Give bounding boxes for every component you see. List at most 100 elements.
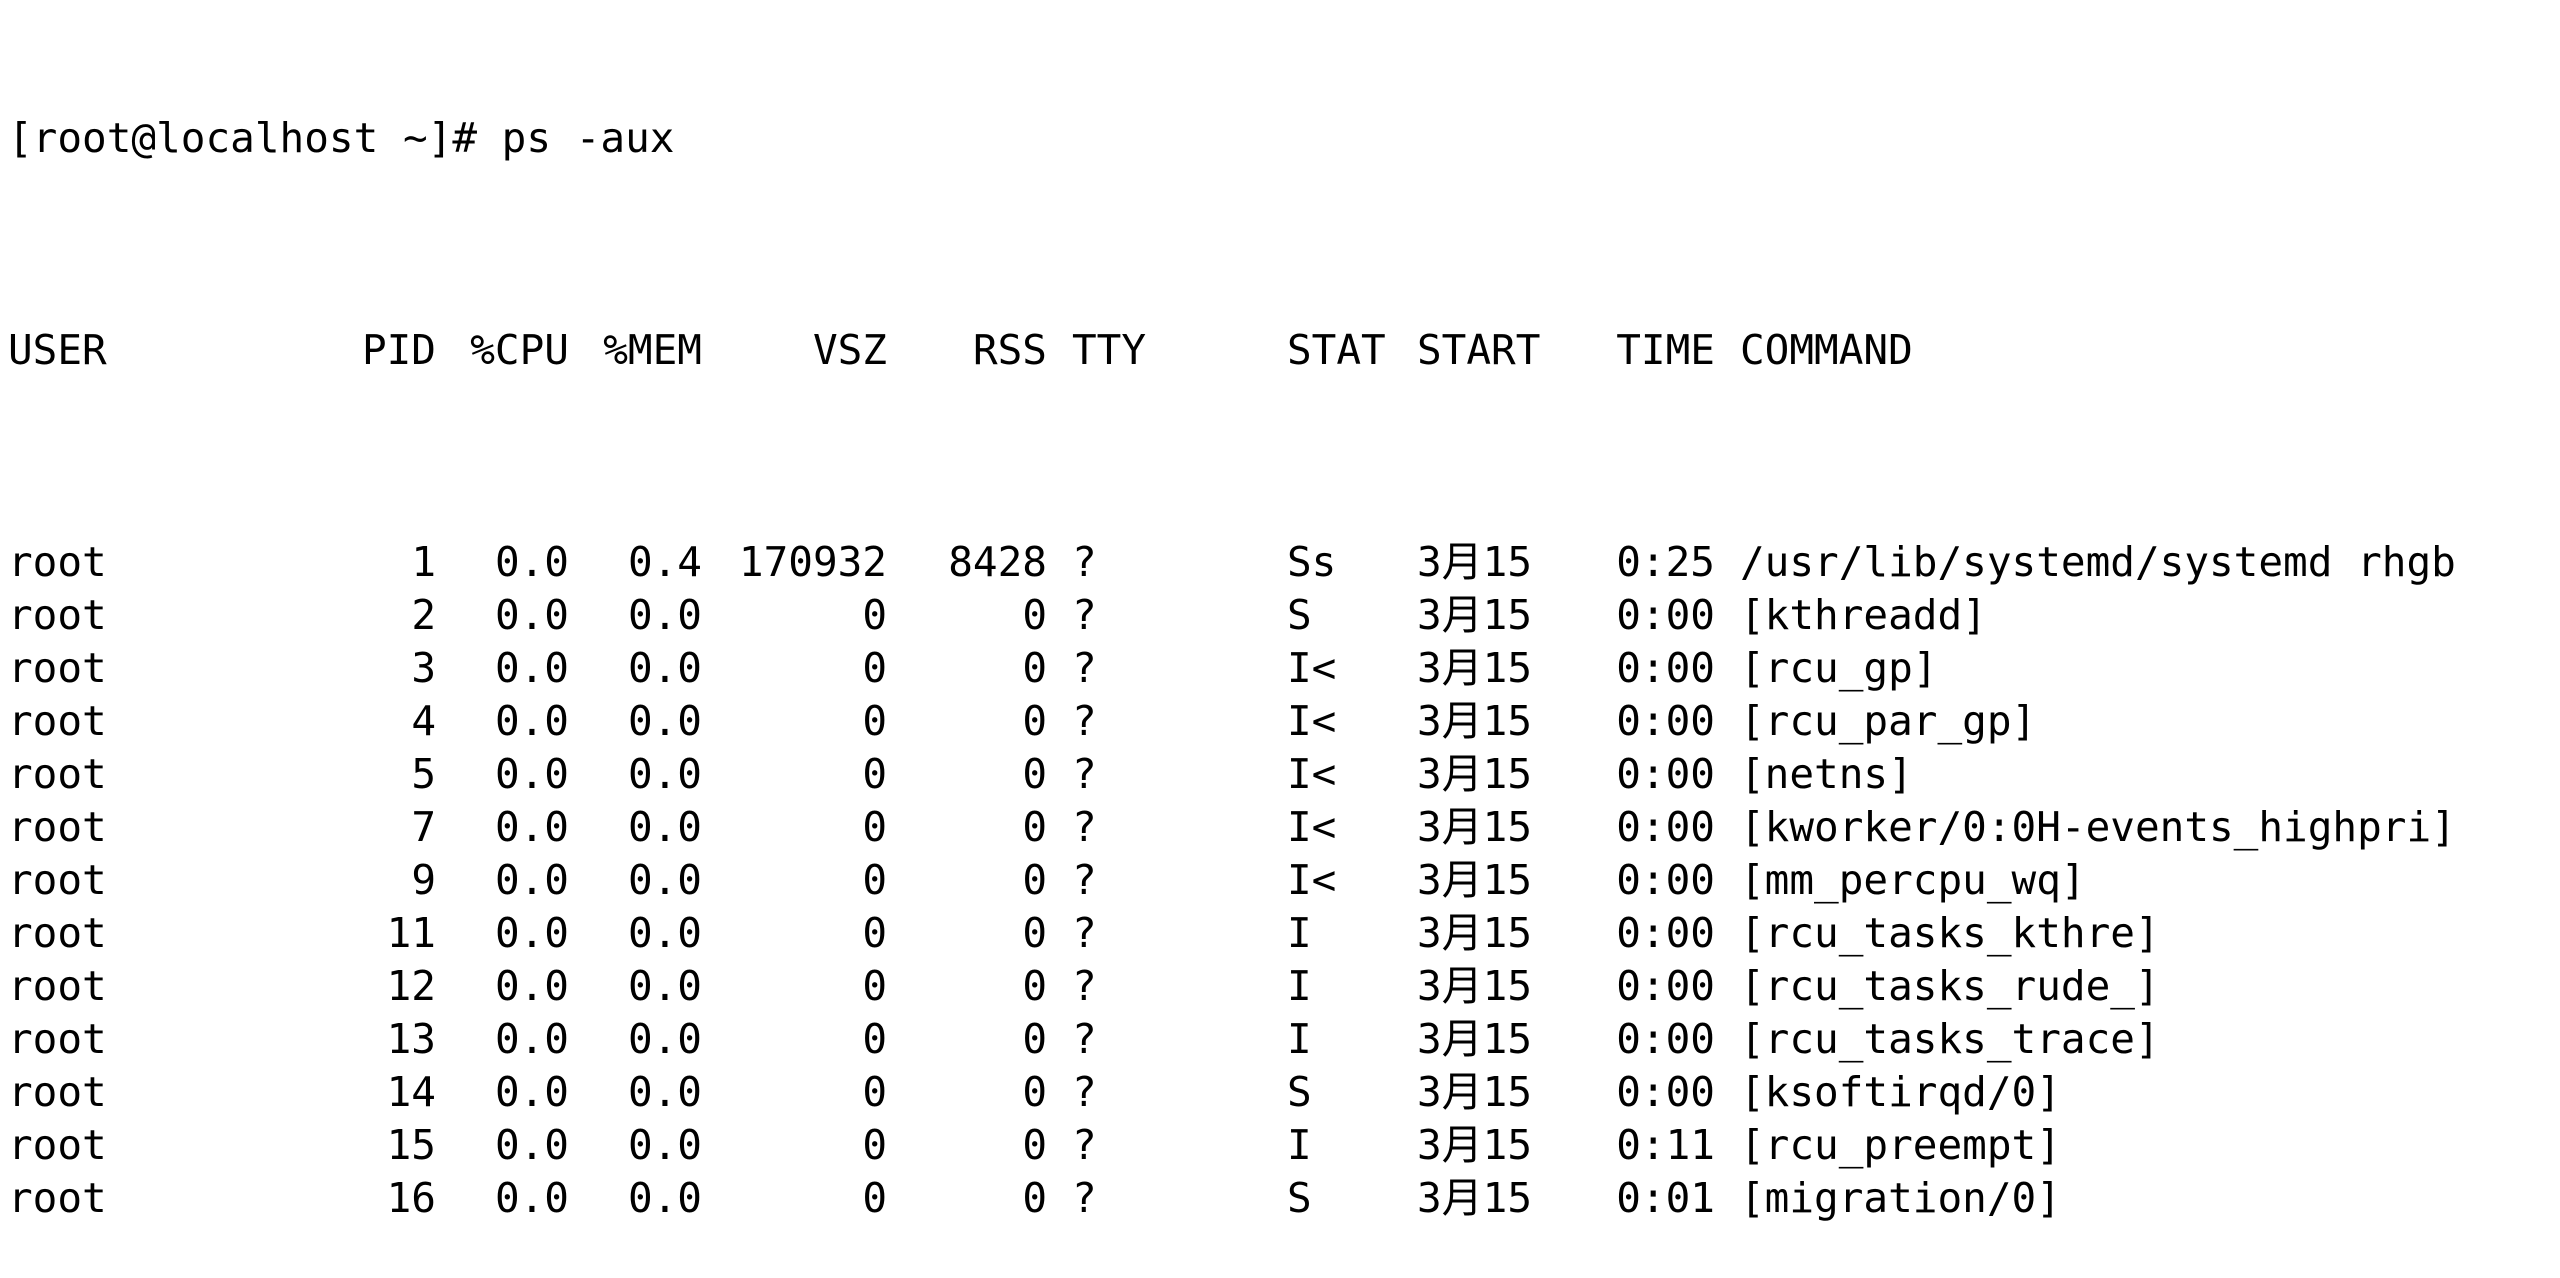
cell-pid: 5 bbox=[411, 750, 436, 798]
header-cpu: %CPU bbox=[470, 326, 569, 374]
cell-mem: 0.0 bbox=[627, 856, 702, 904]
cell-mem: 0.0 bbox=[627, 1121, 702, 1169]
cell-rss: 0 bbox=[1022, 803, 1047, 851]
cell-start: 3月15 bbox=[1417, 591, 1533, 639]
cell-pid: 9 bbox=[411, 856, 436, 904]
cell-rss: 0 bbox=[1022, 1068, 1047, 1116]
cell-command: [rcu_tasks_rude_] bbox=[1740, 962, 2160, 1010]
header-pid: PID bbox=[361, 326, 436, 374]
cell-tty: ? bbox=[1072, 1015, 1097, 1063]
cell-rss: 0 bbox=[1022, 644, 1047, 692]
cell-tty: ? bbox=[1072, 909, 1097, 957]
cell-vsz: 0 bbox=[862, 1174, 887, 1222]
process-row: root 13 0.0 0.0 0 0? I 3月15 0:00 [rcu_tasks_trace… bbox=[8, 1013, 2560, 1066]
cell-vsz: 0 bbox=[862, 962, 887, 1010]
cell-command: [migration/0] bbox=[1740, 1174, 2061, 1222]
cell-pid: 13 bbox=[386, 1015, 436, 1063]
cell-command: [kworker/0:0H-events_highpri] bbox=[1740, 803, 2456, 851]
cell-cpu: 0.0 bbox=[494, 962, 569, 1010]
cell-start: 3月15 bbox=[1417, 1068, 1533, 1116]
cell-mem: 0.0 bbox=[627, 697, 702, 745]
cell-time: 0:00 bbox=[1616, 591, 1715, 639]
cell-start: 3月15 bbox=[1417, 1015, 1533, 1063]
header-mem: %MEM bbox=[603, 326, 702, 374]
cell-mem: 0.0 bbox=[627, 591, 702, 639]
process-row: root 16 0.0 0.0 0 0? S 3月15 0:01 [migration/0] bbox=[8, 1172, 2560, 1225]
process-row: root 11 0.0 0.0 0 0? I 3月15 0:00 [rcu_tasks_kthre… bbox=[8, 907, 2560, 960]
cell-rss: 0 bbox=[1022, 856, 1047, 904]
cell-tty: ? bbox=[1072, 803, 1097, 851]
cell-time: 0:00 bbox=[1616, 750, 1715, 798]
cell-stat: I bbox=[1287, 962, 1312, 1010]
cell-start: 3月15 bbox=[1417, 644, 1533, 692]
cell-mem: 0.0 bbox=[627, 962, 702, 1010]
cell-command: [rcu_tasks_trace] bbox=[1740, 1015, 2160, 1063]
cell-rss: 0 bbox=[1022, 750, 1047, 798]
cell-mem: 0.0 bbox=[627, 644, 702, 692]
cell-stat: I< bbox=[1287, 697, 1337, 745]
cell-pid: 3 bbox=[411, 644, 436, 692]
cell-mem: 0.4 bbox=[627, 538, 702, 586]
header-time: TIME bbox=[1616, 326, 1715, 374]
cell-time: 0:00 bbox=[1616, 909, 1715, 957]
cell-mem: 0.0 bbox=[627, 909, 702, 957]
cell-cpu: 0.0 bbox=[494, 1015, 569, 1063]
header-command: COMMAND bbox=[1740, 326, 1913, 374]
cell-pid: 11 bbox=[386, 909, 436, 957]
cell-rss: 8428 bbox=[948, 538, 1047, 586]
cell-tty: ? bbox=[1072, 750, 1097, 798]
cell-user: root bbox=[8, 962, 107, 1010]
terminal-output[interactable]: [root@localhost ~]# ps -aux USER PID %CPU%… bbox=[0, 0, 2560, 1222]
cell-command: [kthreadd] bbox=[1740, 591, 1987, 639]
cell-cpu: 0.0 bbox=[494, 644, 569, 692]
cell-time: 0:00 bbox=[1616, 1015, 1715, 1063]
cell-stat: I< bbox=[1287, 644, 1337, 692]
cell-vsz: 0 bbox=[862, 856, 887, 904]
cell-pid: 4 bbox=[411, 697, 436, 745]
cell-vsz: 0 bbox=[862, 591, 887, 639]
cell-rss: 0 bbox=[1022, 962, 1047, 1010]
cell-start: 3月15 bbox=[1417, 856, 1533, 904]
process-row: root 14 0.0 0.0 0 0? S 3月15 0:00 [ksoftirqd/0] bbox=[8, 1066, 2560, 1119]
cell-vsz: 0 bbox=[862, 1068, 887, 1116]
cell-cpu: 0.0 bbox=[494, 803, 569, 851]
cell-time: 0:00 bbox=[1616, 962, 1715, 1010]
process-row: root 3 0.0 0.0 0 0? I< 3月15 0:00 [rcu_gp] bbox=[8, 642, 2560, 695]
cell-tty: ? bbox=[1072, 1068, 1097, 1116]
cell-vsz: 0 bbox=[862, 1121, 887, 1169]
cell-cpu: 0.0 bbox=[494, 591, 569, 639]
cell-stat: I bbox=[1287, 1015, 1312, 1063]
cell-cpu: 0.0 bbox=[494, 750, 569, 798]
cell-command: [netns] bbox=[1740, 750, 1913, 798]
cell-user: root bbox=[8, 750, 107, 798]
cell-vsz: 0 bbox=[862, 1015, 887, 1063]
cell-mem: 0.0 bbox=[627, 750, 702, 798]
header-stat: STAT bbox=[1287, 326, 1386, 374]
cell-start: 3月15 bbox=[1417, 750, 1533, 798]
cell-time: 0:00 bbox=[1616, 644, 1715, 692]
cell-user: root bbox=[8, 856, 107, 904]
cell-user: root bbox=[8, 1015, 107, 1063]
cell-rss: 0 bbox=[1022, 591, 1047, 639]
cell-rss: 0 bbox=[1022, 1121, 1047, 1169]
cell-user: root bbox=[8, 697, 107, 745]
cell-user: root bbox=[8, 591, 107, 639]
cell-mem: 0.0 bbox=[627, 803, 702, 851]
cell-start: 3月15 bbox=[1417, 962, 1533, 1010]
cell-cpu: 0.0 bbox=[494, 909, 569, 957]
cell-time: 0:25 bbox=[1616, 538, 1715, 586]
cell-vsz: 0 bbox=[862, 909, 887, 957]
cell-stat: I bbox=[1287, 1121, 1312, 1169]
process-row: root 7 0.0 0.0 0 0? I< 3月15 0:00 [kworker/0:0H-ev… bbox=[8, 801, 2560, 854]
header-tty: TTY bbox=[1072, 326, 1147, 374]
cell-rss: 0 bbox=[1022, 909, 1047, 957]
cell-stat: S bbox=[1287, 1174, 1312, 1222]
cell-rss: 0 bbox=[1022, 1174, 1047, 1222]
cell-time: 0:00 bbox=[1616, 856, 1715, 904]
cell-tty: ? bbox=[1072, 538, 1097, 586]
cell-command: [rcu_preempt] bbox=[1740, 1121, 2061, 1169]
cell-stat: I< bbox=[1287, 856, 1337, 904]
cell-command: [ksoftirqd/0] bbox=[1740, 1068, 2061, 1116]
process-row: root 1 0.0 0.4 170932 8428? Ss 3月15 0:25/usr/lib… bbox=[8, 536, 2560, 589]
cell-rss: 0 bbox=[1022, 697, 1047, 745]
